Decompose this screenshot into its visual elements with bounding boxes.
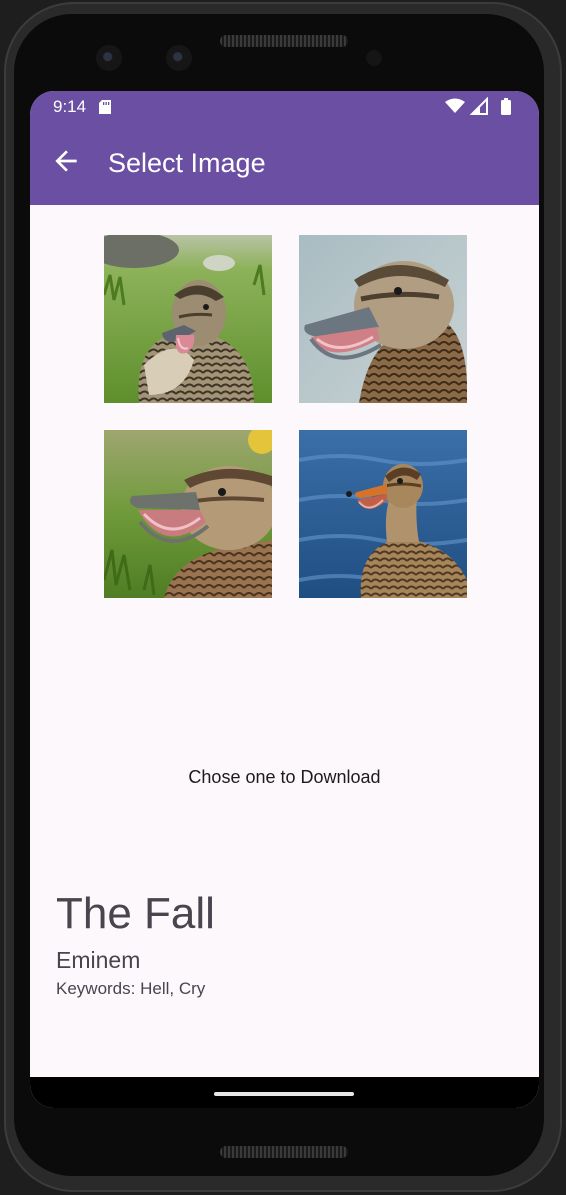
app-screen: 9:14 Select Image Chose one to Download … [30, 91, 539, 1108]
download-instruction: Chose one to Download [188, 767, 381, 787]
earpiece-speaker [220, 35, 348, 47]
front-camera-secondary [166, 45, 192, 71]
proximity-sensor [366, 50, 382, 66]
home-gesture-handle[interactable] [214, 1092, 354, 1096]
song-artist: Eminem [56, 947, 141, 973]
song-keywords: Keywords: Hell, Cry [56, 979, 205, 999]
duck-photo [299, 430, 467, 598]
duck-image-4[interactable] [299, 430, 467, 598]
duck-image-1[interactable] [104, 235, 272, 403]
front-camera [96, 45, 122, 71]
status-icons-group [445, 96, 511, 115]
top-app-bar: Select Image [30, 123, 539, 205]
duck-image-2[interactable] [299, 235, 467, 403]
status-time: 9:14 [53, 97, 87, 116]
page-title: Select Image [108, 148, 266, 178]
bottom-speaker [220, 1146, 348, 1158]
wifi-icon [445, 98, 465, 113]
duck-image-3[interactable] [104, 430, 272, 598]
battery-icon [501, 98, 511, 115]
sd-card-icon [99, 100, 111, 114]
system-navigation-bar [30, 1077, 539, 1108]
song-title: The Fall [56, 889, 215, 938]
duck-photo [104, 430, 272, 598]
keywords-label: Keywords: [56, 979, 136, 998]
status-bar: 9:14 [30, 91, 539, 123]
keywords-value: Hell, Cry [140, 979, 206, 998]
status-icons [439, 96, 529, 117]
cellular-signal-icon [469, 96, 488, 115]
duck-photo [104, 235, 272, 403]
duck-photo [299, 235, 467, 403]
arrow-left-icon[interactable] [50, 145, 82, 177]
